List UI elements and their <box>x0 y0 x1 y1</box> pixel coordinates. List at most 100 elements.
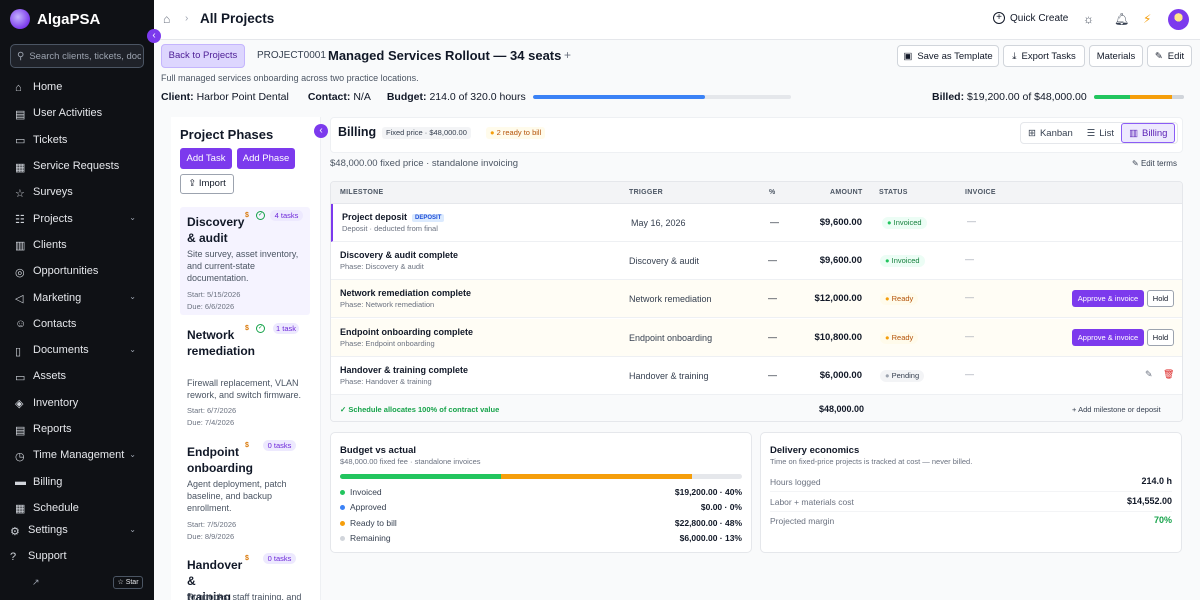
milestone-amount: $10,800.00 <box>814 331 862 343</box>
sidebar-item-user-activities[interactable]: ▤ User Activities <box>0 100 154 126</box>
projects-icon: ☷ <box>15 214 25 227</box>
sun-icon[interactable]: ☼ <box>1083 12 1094 26</box>
chevron-left-icon: ‹ <box>152 30 156 41</box>
chevron-down-icon: ⌄ <box>129 292 136 302</box>
legend-dot-icon <box>340 535 345 541</box>
sidebar-item-billing[interactable]: ▬ Billing <box>0 468 154 494</box>
box-icon: ◈ <box>15 398 24 411</box>
tab-label: Billing <box>1142 127 1168 139</box>
phase-card[interactable]: Endpoint onboarding $0 tasks Agent deploym… <box>180 437 310 543</box>
approve-invoice-button[interactable]: Approve & invoice <box>1072 328 1144 346</box>
milestone-subtitle: Phase: Network remediation <box>340 300 435 310</box>
sidebar-item-surveys[interactable]: ☆ Surveys <box>0 179 154 205</box>
phase-card[interactable]: Network remediation $ ✓ 1 task Firewall repl… <box>180 320 310 430</box>
app-logo[interactable]: AlgaPSA <box>10 9 100 29</box>
table-row[interactable]: Network remediation complete Phase: Netwo… <box>331 280 1182 319</box>
search-input[interactable] <box>29 50 142 62</box>
sidebar-item-opportunities[interactable]: ◎ Opportunities <box>0 258 154 284</box>
sidebar-item-label: Clients <box>33 238 67 251</box>
budget-label: Budget: <box>386 91 427 103</box>
ready-to-bill-chip: ● 2 ready to bill <box>486 127 546 139</box>
home-icon[interactable]: ⌂ <box>163 12 170 26</box>
table-row[interactable]: Handover & training complete Phase: Hando… <box>331 357 1182 395</box>
bell-icon[interactable]: 🔔︎ <box>1114 12 1129 26</box>
import-label: Import <box>198 178 226 189</box>
economics-value: 70% <box>1153 515 1172 525</box>
pencil-icon[interactable]: ✎ <box>1145 369 1153 380</box>
materials-button[interactable]: Materials <box>1089 45 1143 67</box>
add-task-button[interactable]: Add Task <box>180 148 232 169</box>
sidebar-item-service-requests[interactable]: ▦ Service Requests <box>0 153 154 179</box>
task-count-badge: 0 tasks <box>263 440 296 451</box>
export-tasks-button[interactable]: ⤓ Export Tasks <box>1003 45 1085 67</box>
back-to-projects-button[interactable]: Back to Projects <box>161 44 245 68</box>
star-button[interactable]: ☆ Star <box>113 576 143 589</box>
approve-invoice-button[interactable]: Approve & invoice <box>1072 290 1144 308</box>
sidebar-item-reports[interactable]: ▤ Reports <box>0 416 154 442</box>
phase-card[interactable]: Discovery & audit $ ✓ 4 tasks Site survey, a… <box>180 207 310 315</box>
table-row[interactable]: Project deposit DEPOSIT Deposit · deducted… <box>331 204 1182 242</box>
milestone-percent: — <box>768 369 777 380</box>
add-phase-button[interactable]: Add Phase <box>237 148 295 169</box>
billed-segment <box>1093 95 1130 99</box>
hold-button[interactable]: Hold <box>1147 328 1174 346</box>
sidebar-item-assets[interactable]: ▭ Assets <box>0 363 154 389</box>
billing-header: Billing Fixed price · $48,000.00 ● 2 rea… <box>330 117 1183 153</box>
tab-list[interactable]: ☰ List <box>1080 123 1121 143</box>
sidebar-item-inventory[interactable]: ◈ Inventory <box>0 390 154 416</box>
add-milestone-button[interactable]: + Add milestone or deposit <box>1072 405 1161 414</box>
avatar[interactable] <box>1168 9 1189 30</box>
phase-card[interactable]: Handover & training $0 tasks Runbooks, sta… <box>180 550 310 600</box>
chevron-down-icon: ⌄ <box>129 213 136 223</box>
sidebar-item-clients[interactable]: ▥ Clients <box>0 232 154 258</box>
table-row[interactable]: Endpoint onboarding complete Phase: Endpo… <box>331 318 1182 357</box>
fixed-price-chip: Fixed price · $48,000.00 <box>382 127 471 139</box>
sidebar-item-contacts[interactable]: ☺ Contacts <box>0 311 154 337</box>
legend-dot-icon <box>340 490 345 495</box>
save-as-template-button[interactable]: ▣ Save as Template <box>897 45 999 67</box>
milestone-title: Discovery & audit complete <box>340 250 459 261</box>
sidebar-item-label: Support <box>28 550 67 563</box>
deposit-badge: DEPOSIT <box>412 214 445 222</box>
external-link-icon[interactable]: ↗ <box>32 577 40 588</box>
tab-billing[interactable]: ▥ Billing <box>1121 123 1176 143</box>
project-id: PROJECT0001 <box>257 50 326 61</box>
hold-button[interactable]: Hold <box>1147 290 1174 308</box>
economics-row: Hours logged 214.0 h <box>770 473 1172 492</box>
sidebar-item-settings[interactable]: ⚙ Settings ⌄ <box>0 517 154 543</box>
star-icon: ☆ <box>15 187 25 200</box>
tab-kanban[interactable]: ⊞ Kanban <box>1021 123 1080 143</box>
sidebar-item-documents[interactable]: ▯ Documents ⌄ <box>0 337 154 363</box>
phases-collapse-button[interactable]: ‹ <box>314 124 328 138</box>
sidebar-item-label: Opportunities <box>33 265 99 278</box>
phase-start-date: Start: 6/7/2026 <box>187 406 237 415</box>
legend-row: Approved $0.00 · 0% <box>340 502 742 514</box>
global-search[interactable]: ⚲ <box>10 44 144 68</box>
milestones-table: MILESTONE TRIGGER % AMOUNT STATUS INVOIC… <box>330 181 1183 422</box>
sidebar-item-tickets[interactable]: ▭ Tickets <box>0 127 154 153</box>
economics-row: Labor + materials cost $14,552.00 <box>770 493 1172 512</box>
billed-value: $19,200.00 of $48,000.00 <box>967 91 1087 103</box>
add-icon[interactable]: + <box>564 48 571 62</box>
legend-row: Invoiced $19,200.00 · 40% <box>340 487 742 499</box>
sidebar-item-projects[interactable]: ☷ Projects ⌄ <box>0 205 154 231</box>
sidebar-collapse-button[interactable]: ‹ <box>147 29 161 43</box>
sidebar-item-marketing[interactable]: ◁ Marketing ⌄ <box>0 284 154 310</box>
import-button[interactable]: ⇪ Import <box>180 174 234 194</box>
quick-create-button[interactable]: + Quick Create <box>993 12 1068 24</box>
status-label: Invoiced <box>891 256 920 266</box>
milestone-percent: — <box>768 255 777 266</box>
edit-terms-link[interactable]: ✎ Edit terms <box>1132 159 1177 168</box>
contacts-icon: ☺ <box>15 318 27 331</box>
milestone-trigger: Network remediation <box>629 294 712 305</box>
sidebar-item-support[interactable]: ? Support <box>0 543 154 569</box>
billed-progress <box>1093 95 1184 99</box>
task-count-badge: 1 task <box>273 323 299 334</box>
edit-button[interactable]: ✎ Edit <box>1147 45 1192 67</box>
phase-description: Site survey, asset inventory, and curren… <box>187 249 299 283</box>
sidebar-item-home[interactable]: ⌂ Home <box>0 74 154 100</box>
trash-icon[interactable]: 🗑︎ <box>1163 369 1174 380</box>
activity-icon[interactable]: ⚡︎ <box>1143 12 1151 26</box>
table-row[interactable]: Discovery & audit complete Phase: Discove… <box>331 242 1182 281</box>
sidebar-item-time-management[interactable]: ◷ Time Management ⌄ <box>0 442 154 468</box>
